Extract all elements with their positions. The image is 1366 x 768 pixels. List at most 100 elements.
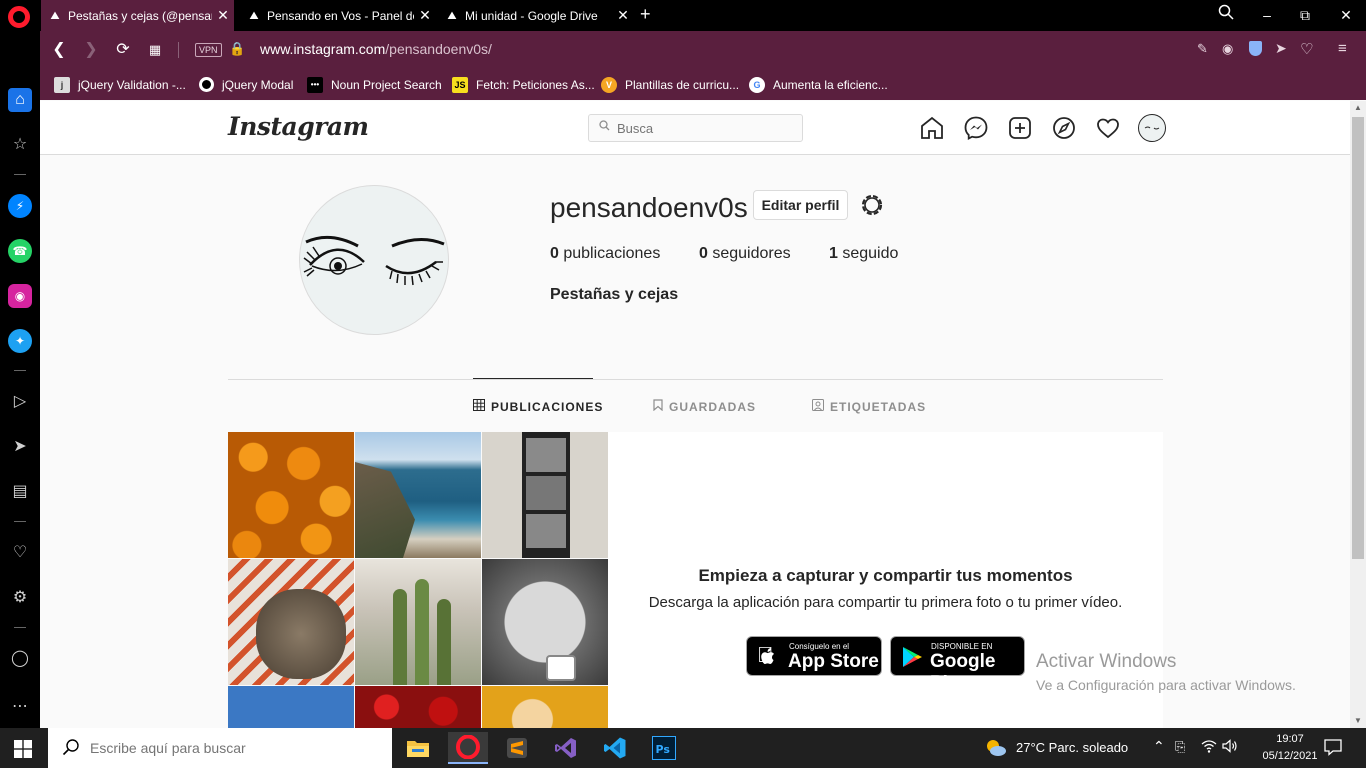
send-icon[interactable]: ➤ <box>8 435 32 459</box>
home-icon[interactable] <box>919 115 945 141</box>
more-icon[interactable]: ⋯ <box>8 695 32 719</box>
wifi-icon[interactable] <box>1201 739 1217 756</box>
camera-icon[interactable]: ◉ <box>1222 41 1233 57</box>
profile-avatar-icon[interactable] <box>1138 114 1166 142</box>
close-icon[interactable]: ✕ <box>612 7 634 24</box>
grid-photo-sky[interactable] <box>228 686 354 728</box>
photoshop-icon[interactable]: Ps <box>644 732 684 764</box>
tab-google-drive[interactable]: ⛰ Mi unidad - Google Drive ✕ <box>438 0 634 31</box>
tab-publicaciones[interactable]: PUBLICACIONES <box>473 399 603 414</box>
grid-photo-baby[interactable] <box>482 559 608 685</box>
grid-photo-cat[interactable] <box>482 686 608 728</box>
edit-icon[interactable]: ✎ <box>1197 41 1208 57</box>
instagram-icon[interactable]: ◉ <box>8 284 32 308</box>
player-icon[interactable]: ▷ <box>8 390 32 414</box>
menu-icon[interactable]: ≡ <box>1338 40 1347 57</box>
lightbulb-icon[interactable]: ◯ <box>8 647 32 671</box>
forward-button[interactable]: ❯ <box>81 39 101 61</box>
restore-button[interactable]: ⧉ <box>1293 4 1317 26</box>
opera-taskbar-icon[interactable] <box>448 732 488 764</box>
opera-logo-icon[interactable] <box>8 6 30 28</box>
gear-icon[interactable]: ⚙ <box>8 586 32 610</box>
back-button[interactable]: ❮ <box>49 39 69 61</box>
lock-icon[interactable]: 🔒 <box>229 41 245 57</box>
windows-start-icon[interactable] <box>14 740 32 758</box>
star-icon[interactable]: ☆ <box>8 133 32 157</box>
visual-studio-icon[interactable] <box>546 732 586 764</box>
wallet-icon[interactable]: ▤ <box>8 480 32 504</box>
google-play-button[interactable]: DISPONIBLE EN Google Play <box>890 636 1025 694</box>
bookmark-noun-project[interactable]: ••• Noun Project Search <box>307 69 442 100</box>
tab-guardadas[interactable]: GUARDADAS <box>653 399 756 414</box>
edit-profile-button[interactable]: Editar perfil <box>753 190 848 220</box>
scroll-up-icon[interactable]: ▲ <box>1354 103 1362 112</box>
bookmark-fetch[interactable]: JS Fetch: Peticiones As... <box>452 69 595 100</box>
bookmark-plantillas[interactable]: V Plantillas de curricu... <box>601 69 739 100</box>
taskbar-clock[interactable]: 19:07 05/12/2021 <box>1262 731 1318 765</box>
bookmark-jquery-modal[interactable]: jQuery Modal <box>199 69 293 100</box>
close-window-button[interactable]: ✕ <box>1334 4 1358 26</box>
explore-icon[interactable] <box>1051 115 1077 141</box>
twitter-icon[interactable]: ✦ <box>8 329 32 353</box>
profile-avatar[interactable] <box>299 185 449 335</box>
new-post-icon[interactable] <box>1007 115 1033 141</box>
home-icon[interactable]: ⌂ <box>8 88 32 112</box>
url-path: /pensandoenv0s/ <box>385 41 492 57</box>
grid-photo-cactus[interactable] <box>355 559 481 685</box>
close-icon[interactable]: ✕ <box>212 7 234 24</box>
volume-icon[interactable] <box>1222 739 1238 756</box>
reload-button[interactable]: ⟳ <box>113 39 133 61</box>
posts-label: publicaciones <box>563 245 661 262</box>
network-device-icon[interactable]: ⎘ <box>1175 739 1185 755</box>
heart-icon[interactable]: ♡ <box>8 541 32 565</box>
sublime-text-icon[interactable] <box>497 732 537 764</box>
tab-etiquetadas[interactable]: ETIQUETADAS <box>812 399 926 414</box>
search-tabs-icon[interactable] <box>1214 4 1238 26</box>
scroll-down-icon[interactable]: ▼ <box>1354 716 1362 725</box>
empty-state-title: Empieza a capturar y compartir tus momen… <box>698 566 1073 585</box>
tab-pensando[interactable]: ⛰ Pensando en Vos - Panel de ✕ <box>240 0 436 31</box>
messenger-icon[interactable] <box>963 115 989 141</box>
bookmark-aumenta[interactable]: G Aumenta la eficienc... <box>749 69 888 100</box>
heart-icon[interactable]: ♡ <box>1300 40 1313 58</box>
followers-stat[interactable]: 0 seguidores <box>699 245 791 263</box>
tab-instagram[interactable]: ⛰ Pestañas y cejas (@pensan ✕ <box>41 0 234 31</box>
posts-stat[interactable]: 0 publicaciones <box>550 245 660 263</box>
taskbar-search[interactable] <box>48 728 392 768</box>
send-icon[interactable]: ➤ <box>1275 40 1287 57</box>
url-field[interactable]: www.instagram.com/pensandoenv0s/ <box>260 41 492 57</box>
chevron-up-icon[interactable]: ⌃ <box>1153 738 1165 755</box>
weather-text[interactable]: 27°C Parc. soleado <box>1016 740 1128 755</box>
grid-photo-oranges[interactable] <box>228 432 354 558</box>
minimize-button[interactable]: – <box>1255 4 1279 26</box>
scrollbar-thumb[interactable] <box>1352 117 1364 559</box>
noun-project-icon: ••• <box>307 76 323 93</box>
settings-icon[interactable] <box>859 192 885 218</box>
grid-photo-coast[interactable] <box>355 432 481 558</box>
grid-photo-dog[interactable] <box>228 559 354 685</box>
new-tab-button[interactable]: + <box>640 4 651 25</box>
shield-icon[interactable] <box>1249 41 1262 56</box>
taskbar-search-input[interactable] <box>88 738 378 758</box>
instagram-logo[interactable]: Instagram <box>228 112 369 141</box>
grid-photo-flowers[interactable] <box>355 686 481 728</box>
vpn-badge[interactable]: VPN <box>195 43 222 57</box>
messenger-icon[interactable]: ⚡ <box>8 194 32 218</box>
weather-icon[interactable] <box>985 738 1007 758</box>
following-stat[interactable]: 1 seguido <box>829 245 898 263</box>
bookmark-jquery-validation[interactable]: j jQuery Validation -... <box>54 69 186 100</box>
file-explorer-icon[interactable] <box>398 732 438 764</box>
tab-label: PUBLICACIONES <box>491 399 604 414</box>
whatsapp-icon[interactable]: ☎ <box>8 239 32 263</box>
grid-photo-photobooth[interactable] <box>482 432 608 558</box>
search-box[interactable] <box>588 114 803 142</box>
heart-icon[interactable] <box>1095 115 1121 141</box>
notification-icon[interactable] <box>1324 738 1342 756</box>
vscode-icon[interactable] <box>595 732 635 764</box>
close-icon[interactable]: ✕ <box>414 7 436 24</box>
v-icon: V <box>601 76 617 93</box>
jquery-icon: j <box>54 76 70 93</box>
app-store-button[interactable]:  Consíguelo en el App Store <box>746 636 882 676</box>
search-input[interactable] <box>615 119 795 137</box>
speed-dial-icon[interactable]: ▦ <box>145 39 165 61</box>
